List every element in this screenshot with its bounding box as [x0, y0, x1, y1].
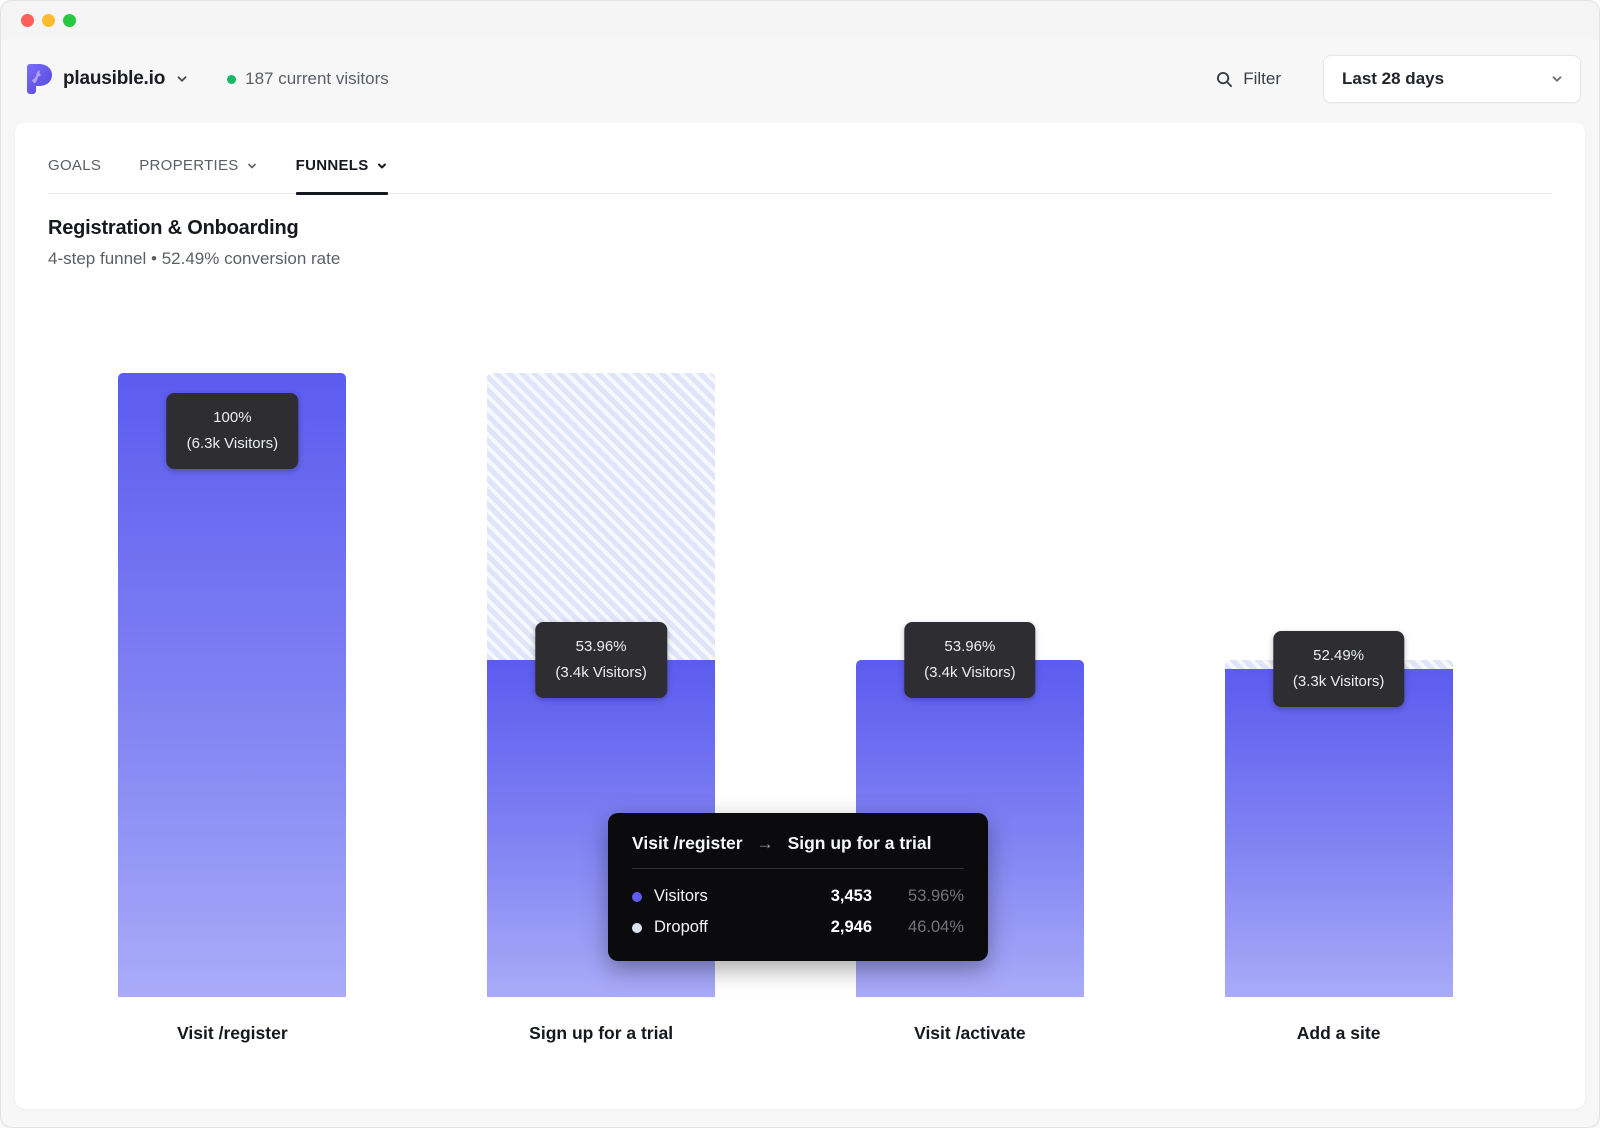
tooltip-row-percent: 46.04%: [872, 918, 964, 937]
tooltip-row-value: 3,453: [784, 887, 872, 906]
badge-percent: 100%: [187, 405, 278, 431]
tab-funnels[interactable]: FUNNELS: [296, 157, 388, 193]
badge-visitors: (6.3k Visitors): [187, 431, 278, 457]
funnel-badge: 53.96% (3.4k Visitors): [904, 622, 1035, 698]
search-icon: [1216, 71, 1233, 88]
tooltip-from-step: Visit /register: [632, 833, 743, 854]
minimize-window-button[interactable]: [42, 14, 55, 27]
tab-funnels-label: FUNNELS: [296, 157, 369, 174]
funnel-tooltip: Visit /register → Sign up for a trial Vi…: [608, 813, 988, 961]
tooltip-title: Visit /register → Sign up for a trial: [632, 833, 964, 854]
tooltip-row-visitors: Visitors 3,453 53.96%: [632, 881, 964, 912]
tab-goals-label: GOALS: [48, 157, 101, 174]
site-name: plausible.io: [63, 68, 165, 90]
funnel-badge: 52.49% (3.3k Visitors): [1273, 631, 1404, 707]
funnel-subtitle: 4-step funnel • 52.49% conversion rate: [48, 249, 1552, 269]
tooltip-row-label: Dropoff: [654, 918, 708, 937]
chevron-down-icon: [1550, 72, 1564, 86]
chevron-down-icon: [246, 160, 258, 172]
visitors-dot-icon: [632, 892, 642, 902]
tab-bar: GOALS PROPERTIES FUNNELS: [48, 157, 1552, 194]
funnel-bar-dropoff: [487, 373, 715, 660]
funnel-step-column[interactable]: 100% (6.3k Visitors) Visit /register: [48, 373, 417, 997]
current-visitors[interactable]: 187 current visitors: [227, 69, 389, 89]
funnel-title: Registration & Onboarding: [48, 217, 1552, 240]
funnel-badge: 53.96% (3.4k Visitors): [535, 622, 666, 698]
funnel-step-column[interactable]: 52.49% (3.3k Visitors) Add a site: [1154, 373, 1523, 997]
plausible-logo-icon: [27, 64, 53, 94]
date-range-value: Last 28 days: [1342, 69, 1444, 89]
filter-label: Filter: [1243, 69, 1281, 89]
live-dot-icon: [227, 75, 236, 84]
tab-goals[interactable]: GOALS: [48, 157, 101, 193]
badge-visitors: (3.4k Visitors): [555, 660, 646, 686]
funnel-card: GOALS PROPERTIES FUNNELS Registration & …: [15, 123, 1585, 1109]
funnel-badge: 100% (6.3k Visitors): [167, 393, 298, 469]
step-label: Visit /activate: [786, 1023, 1155, 1044]
close-window-button[interactable]: [21, 14, 34, 27]
date-range-select[interactable]: Last 28 days: [1323, 55, 1581, 103]
badge-visitors: (3.3k Visitors): [1293, 669, 1384, 695]
tab-properties-label: PROPERTIES: [139, 157, 238, 174]
chevron-down-icon: [376, 160, 388, 172]
filter-button[interactable]: Filter: [1216, 69, 1281, 89]
chevron-down-icon: [175, 72, 189, 86]
badge-percent: 52.49%: [1293, 643, 1384, 669]
titlebar: [1, 1, 1599, 39]
step-label: Add a site: [1154, 1023, 1523, 1044]
tooltip-row-value: 2,946: [784, 918, 872, 937]
funnel-chart: 100% (6.3k Visitors) Visit /register 53.…: [48, 373, 1523, 997]
step-label: Visit /register: [48, 1023, 417, 1044]
tooltip-row-label: Visitors: [654, 887, 708, 906]
traffic-lights: [21, 14, 76, 27]
tooltip-row-percent: 53.96%: [872, 887, 964, 906]
step-label: Sign up for a trial: [417, 1023, 786, 1044]
badge-percent: 53.96%: [924, 634, 1015, 660]
arrow-right-icon: →: [757, 834, 774, 854]
zoom-window-button[interactable]: [63, 14, 76, 27]
tooltip-divider: [632, 868, 964, 869]
funnel-bar-solid: [1225, 669, 1453, 997]
site-picker[interactable]: plausible.io: [27, 64, 189, 94]
current-visitors-label: 187 current visitors: [245, 69, 389, 89]
tooltip-to-step: Sign up for a trial: [788, 833, 932, 854]
tooltip-row-dropoff: Dropoff 2,946 46.04%: [632, 912, 964, 943]
app-header: plausible.io 187 current visitors Filter…: [1, 39, 1599, 119]
funnel-bar: [1225, 660, 1453, 997]
tab-properties[interactable]: PROPERTIES: [139, 157, 257, 193]
dropoff-dot-icon: [632, 923, 642, 933]
app-window: plausible.io 187 current visitors Filter…: [0, 0, 1600, 1128]
badge-visitors: (3.4k Visitors): [924, 660, 1015, 686]
badge-percent: 53.96%: [555, 634, 646, 660]
